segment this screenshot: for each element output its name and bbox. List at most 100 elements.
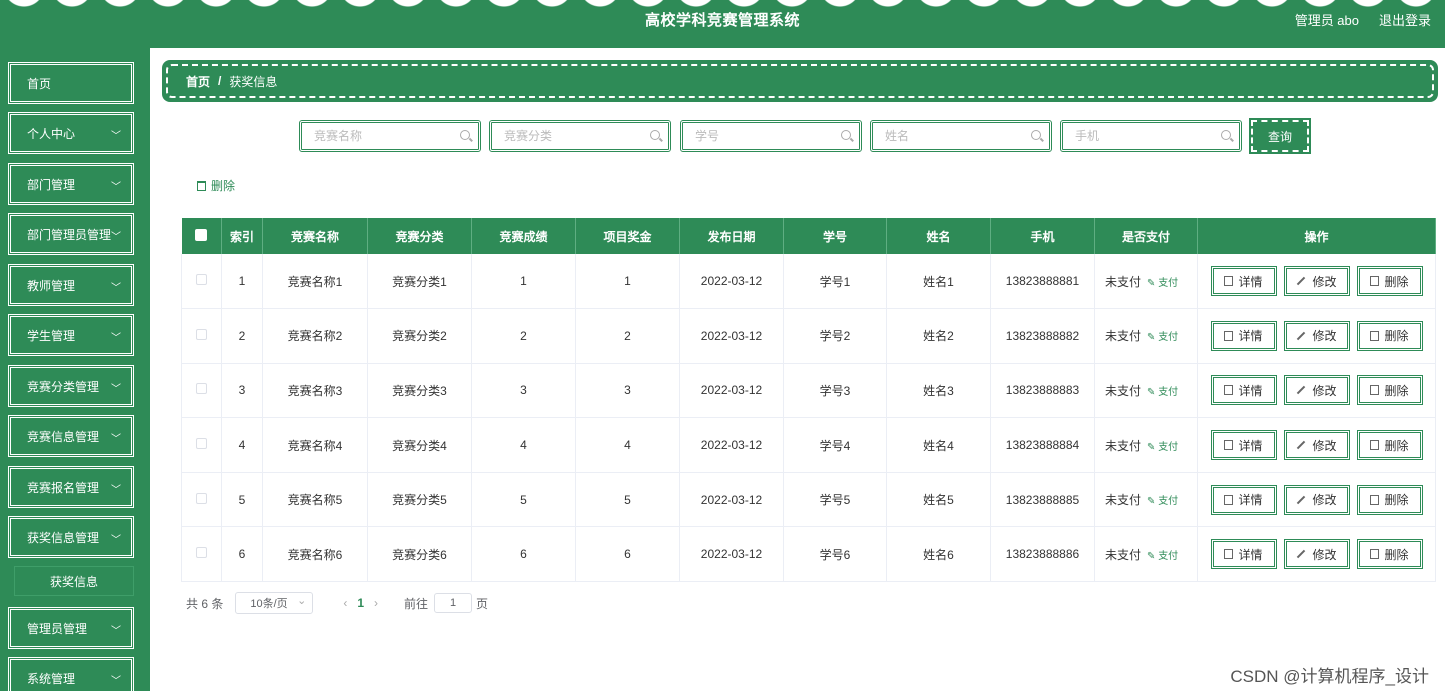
detail-label: 详情 [1238,383,1263,398]
cell-paid: 未支付 ✎ 支付 [1094,254,1198,310]
pay-link[interactable]: ✎ 支付 [1147,442,1178,453]
phone-input[interactable] [1063,123,1239,149]
pay-link[interactable]: ✎ 支付 [1147,496,1178,507]
row-checkbox-cell[interactable] [181,254,222,310]
document-icon [1224,276,1234,287]
cell-name: 竞赛名称2 [262,308,368,364]
detail-button[interactable]: 详情 [1210,430,1277,461]
row-checkbox[interactable] [196,274,207,286]
sidebar-item-student[interactable]: 学生管理 ﹀ [8,314,134,356]
search-icon [460,130,470,140]
document-icon [1224,494,1234,505]
search-icon [1221,130,1231,140]
delete-button[interactable]: 删除 [1356,266,1423,297]
edit-button[interactable]: 修改 [1283,539,1350,570]
bulk-delete-button[interactable]: 删除 [197,177,235,194]
cell-bonus: 2 [575,308,680,364]
cell-name: 竞赛名称6 [262,526,368,583]
trash-icon [1370,494,1380,505]
row-checkbox-cell[interactable] [181,308,222,364]
pay-link[interactable]: ✎ 支付 [1147,332,1178,343]
sidebar-item-dept-admin[interactable]: 部门管理员管理 ﹀ [8,213,134,255]
cell-phone: 13823888883 [990,363,1095,419]
sidebar-item-admin[interactable]: 管理员管理 ﹀ [8,607,134,649]
sidebar-item-profile[interactable]: 个人中心 ﹀ [8,112,134,154]
row-checkbox-cell[interactable] [181,363,222,419]
delete-button[interactable]: 删除 [1356,430,1423,461]
sidebar-item-teacher[interactable]: 教师管理 ﹀ [8,264,134,306]
detail-button[interactable]: 详情 [1210,375,1277,406]
cell-score: 5 [471,472,576,528]
delete-button[interactable]: 删除 [1356,484,1423,515]
sidebar-item-department[interactable]: 部门管理 ﹀ [8,163,134,205]
cell-date: 2022-03-12 [679,254,784,310]
goto-page-input[interactable]: 1 [434,593,473,613]
breadcrumb-current: 获奖信息 [229,74,278,89]
sidebar-item-contest-category[interactable]: 竞赛分类管理 ﹀ [8,365,134,407]
prev-page-icon[interactable]: ‹ [343,596,347,610]
chevron-down-icon: ﹀ [111,434,121,445]
student-name-input[interactable] [873,123,1049,149]
chevron-down-icon: ﹀ [111,676,121,687]
delete-label: 删除 [1384,438,1409,453]
contest-name-search[interactable] [299,120,481,152]
row-checkbox-cell[interactable] [181,472,222,528]
phone-search[interactable] [1060,120,1242,152]
student-no-search[interactable] [680,120,862,152]
table-row: 2 竞赛名称2 竞赛分类2 2 2 2022-03-12 学号2 姓名2 13823888882… [181,308,1436,364]
logout-link[interactable]: 退出登录 [1379,10,1431,29]
edit-button[interactable]: 修改 [1283,430,1350,461]
contest-category-search[interactable] [489,120,671,152]
student-no-input[interactable] [683,123,859,149]
delete-button[interactable]: 删除 [1356,375,1423,406]
sidebar-item-system[interactable]: 系统管理 ﹀ [8,657,134,699]
edit-button[interactable]: 修改 [1283,484,1350,515]
page-suffix: 页 [476,596,489,611]
cell-date: 2022-03-12 [679,417,784,473]
page-size-select[interactable]: 10条/页 [235,592,314,614]
cell-phone: 13823888884 [990,417,1095,473]
pay-link[interactable]: ✎ 支付 [1147,278,1178,289]
contest-category-input[interactable] [492,123,668,149]
cell-score: 2 [471,308,576,364]
edit-button[interactable]: 修改 [1283,375,1350,406]
delete-button[interactable]: 删除 [1356,539,1423,570]
row-checkbox-cell[interactable] [181,417,222,473]
detail-button[interactable]: 详情 [1210,266,1277,297]
row-checkbox-cell[interactable] [181,526,222,583]
breadcrumb-home[interactable]: 首页 [186,73,210,90]
sidebar-subitem-award-info[interactable]: 获奖信息 [14,566,134,596]
detail-button[interactable]: 详情 [1210,484,1277,515]
contest-name-input[interactable] [302,123,478,149]
cell-bonus: 6 [575,526,680,583]
edit-button[interactable]: 修改 [1283,266,1350,297]
page-number[interactable]: 1 [357,596,364,610]
sidebar-item-home[interactable]: 首页 [8,62,134,104]
pay-link-label: 支付 [1158,550,1179,562]
detail-button[interactable]: 详情 [1210,320,1277,351]
column-header: 学号 [783,218,887,254]
sidebar: 首页 个人中心 ﹀ 部门管理 ﹀ 部门管理员管理 ﹀ 教师管理 ﹀ 学生管理 ﹀ 竞赛分类… [0,48,150,699]
query-button[interactable]: 查询 [1249,118,1311,154]
student-name-search[interactable] [870,120,1052,152]
row-checkbox[interactable] [196,492,207,504]
row-checkbox[interactable] [196,383,207,395]
sidebar-item-contest-signup[interactable]: 竞赛报名管理 ﹀ [8,466,134,508]
row-checkbox[interactable] [196,547,207,559]
delete-button[interactable]: 删除 [1356,320,1423,351]
cell-date: 2022-03-12 [679,308,784,364]
row-checkbox[interactable] [196,438,207,450]
delete-label: 删除 [1384,329,1409,344]
column-header: 操作 [1197,218,1436,254]
next-page-icon[interactable]: › [374,596,378,610]
pay-link-label: 支付 [1158,496,1179,508]
pay-link[interactable]: ✎ 支付 [1147,387,1178,398]
detail-button[interactable]: 详情 [1210,539,1277,570]
sidebar-item-contest-info[interactable]: 竞赛信息管理 ﹀ [8,415,134,457]
pay-link[interactable]: ✎ 支付 [1147,551,1178,562]
row-checkbox[interactable] [196,328,207,340]
search-icon [841,130,851,140]
edit-button[interactable]: 修改 [1283,320,1350,351]
select-all-checkbox[interactable] [181,218,222,254]
sidebar-item-award[interactable]: 获奖信息管理 ﹀ [8,516,134,558]
